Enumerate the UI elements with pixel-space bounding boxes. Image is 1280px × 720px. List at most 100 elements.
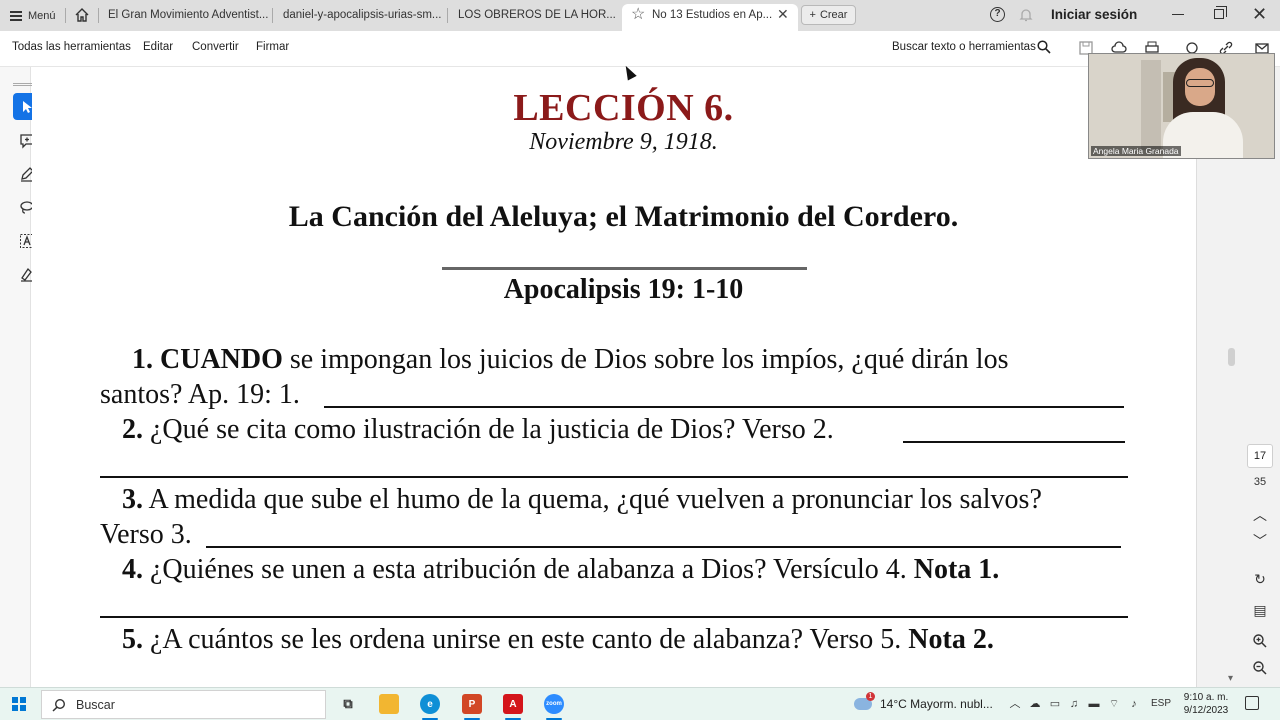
menu-button[interactable]: Menú bbox=[10, 8, 56, 24]
answer-blank[interactable] bbox=[324, 406, 1124, 408]
answer-blank[interactable] bbox=[903, 441, 1125, 443]
previous-page-icon[interactable]: ︿ bbox=[1252, 507, 1268, 523]
question-1-text: se impongan los juicios de Dios sobre lo… bbox=[289, 344, 1009, 375]
video-background bbox=[1141, 60, 1161, 150]
tab-separator bbox=[65, 8, 66, 23]
tab-los-obreros[interactable]: LOS OBREROS DE LA HOR... bbox=[448, 4, 618, 27]
search-tools-field[interactable]: Buscar texto o herramientas bbox=[892, 41, 1036, 53]
lesson-date: Noviembre 9, 1918. bbox=[529, 129, 718, 155]
question-4: 4. ¿Quiénes se unen a esta atribución de… bbox=[122, 554, 999, 586]
microphone-icon[interactable]: ♫ bbox=[1067, 697, 1081, 711]
note-reference: Nota 2. bbox=[908, 624, 994, 655]
windows-taskbar: Buscar ⧉ e P A zoom 1 14°C Mayorm. nubl.… bbox=[0, 687, 1280, 720]
tab-active-estudios[interactable]: No 13 Estudios en Ap... bbox=[622, 4, 798, 31]
taskbar-search-box[interactable]: Buscar bbox=[41, 690, 326, 719]
plus-icon: + bbox=[809, 9, 816, 21]
clock-date: 9/12/2023 bbox=[1183, 705, 1229, 716]
scroll-down-arrow-icon[interactable]: ▾ bbox=[1228, 673, 1233, 684]
home-icon[interactable] bbox=[74, 7, 90, 23]
system-clock[interactable]: 9:10 a. m. 9/12/2023 bbox=[1180, 691, 1232, 717]
question-1-line-2: santos? Ap. 19: 1. bbox=[100, 379, 300, 410]
title-rule bbox=[442, 267, 807, 270]
scripture-reference: Apocalipsis 19: 1-10 bbox=[503, 274, 744, 305]
question-2-text: ¿Qué se cita como ilustración de la just… bbox=[150, 414, 834, 445]
question-2: 2. ¿Qué se cita como ilustración de la j… bbox=[122, 414, 834, 446]
edge-browser-icon[interactable]: e bbox=[420, 694, 440, 714]
note-reference: Nota 1. bbox=[913, 554, 1000, 585]
notifications-icon[interactable] bbox=[1245, 696, 1259, 710]
all-tools-menu[interactable]: Todas las herramientas bbox=[12, 41, 131, 53]
browser-tab-bar: Menú El Gran Movimiento Adventist... dan… bbox=[0, 0, 1280, 31]
answer-blank[interactable] bbox=[100, 616, 1128, 618]
total-pages: 35 bbox=[1253, 476, 1267, 488]
zoom-app-icon[interactable]: zoom bbox=[544, 694, 564, 714]
chevron-up-icon[interactable]: ︿ bbox=[1008, 697, 1022, 711]
create-button[interactable]: + Crear bbox=[801, 5, 856, 25]
right-navigation-panel bbox=[1196, 67, 1280, 687]
hamburger-icon bbox=[10, 11, 22, 21]
sign-menu[interactable]: Firmar bbox=[256, 41, 289, 53]
question-number: 5. bbox=[122, 624, 143, 655]
participant-glasses bbox=[1186, 79, 1214, 87]
wifi-icon[interactable]: ⌔ bbox=[1107, 697, 1121, 711]
question-number: 4. bbox=[122, 554, 143, 585]
clock-time: 9:10 a. m. bbox=[1183, 692, 1229, 703]
meet-now-icon[interactable]: ▭ bbox=[1048, 697, 1062, 711]
question-3-text: A medida que sube el humo de la quema, ¿… bbox=[148, 484, 1042, 515]
question-1: 1. CUANDO se impongan los juicios de Dio… bbox=[132, 344, 1008, 376]
input-language[interactable]: ESP bbox=[1151, 698, 1171, 709]
volume-icon[interactable]: ♪ bbox=[1127, 697, 1141, 711]
tab-gran-movimiento[interactable]: El Gran Movimiento Adventist... bbox=[98, 4, 270, 27]
restore-icon[interactable] bbox=[1214, 6, 1227, 19]
create-label: Crear bbox=[819, 9, 848, 21]
weather-alert-badge: 1 bbox=[866, 692, 875, 701]
weather-text: 14°C Mayorm. nubl... bbox=[880, 697, 993, 711]
battery-icon[interactable]: ▬ bbox=[1087, 697, 1101, 711]
lesson-topic: La Canción del Aleluya; el Matrimonio de… bbox=[288, 200, 959, 233]
bell-icon[interactable] bbox=[1018, 6, 1034, 23]
file-explorer-icon[interactable] bbox=[379, 694, 399, 714]
windows-start-icon[interactable] bbox=[12, 697, 26, 711]
page-thumbnails-icon[interactable]: ▤ bbox=[1252, 602, 1268, 618]
onedrive-cloud-icon[interactable]: ☁ bbox=[1028, 697, 1042, 711]
acrobat-icon[interactable]: A bbox=[503, 694, 523, 714]
answer-blank[interactable] bbox=[206, 546, 1121, 548]
question-5-text: ¿A cuántos se les ordena unirse en este … bbox=[150, 624, 902, 655]
powerpoint-icon[interactable]: P bbox=[462, 694, 482, 714]
edit-menu[interactable]: Editar bbox=[143, 41, 173, 53]
search-icon[interactable] bbox=[1037, 40, 1051, 54]
signin-button[interactable]: Iniciar sesión bbox=[1051, 7, 1137, 22]
question-3-line-2: Verso 3. bbox=[100, 519, 192, 550]
pdf-page: LECCIÓN 6. Noviembre 9, 1918. La Canción… bbox=[32, 67, 1195, 687]
participant-face bbox=[1185, 68, 1215, 106]
weather-widget[interactable]: 1 14°C Mayorm. nubl... bbox=[854, 692, 993, 711]
question-1-lead: CUANDO bbox=[160, 344, 283, 375]
minimize-icon[interactable] bbox=[1172, 14, 1184, 15]
lesson-title: LECCIÓN 6. bbox=[513, 87, 734, 129]
video-call-thumbnail[interactable]: Angela Maria Granada bbox=[1088, 53, 1275, 159]
zoom-in-icon[interactable] bbox=[1252, 633, 1268, 649]
question-number: 3. bbox=[122, 484, 143, 515]
scrollbar-thumb[interactable] bbox=[1228, 348, 1235, 366]
zoom-out-icon[interactable] bbox=[1252, 660, 1268, 676]
current-page-input[interactable]: 17 bbox=[1247, 444, 1273, 468]
participant-name-label: Angela Maria Granada bbox=[1091, 146, 1181, 156]
refresh-icon[interactable]: ↻ bbox=[1252, 571, 1268, 587]
task-view-icon[interactable]: ⧉ bbox=[338, 694, 358, 714]
question-number: 1. bbox=[132, 344, 153, 375]
close-window-icon[interactable]: ✕ bbox=[1252, 4, 1267, 24]
active-tab-label: No 13 Estudios en Ap... bbox=[652, 9, 773, 21]
next-page-icon[interactable]: ﹀ bbox=[1252, 533, 1268, 549]
help-icon[interactable]: ? bbox=[990, 7, 1005, 22]
question-4-text: ¿Quiénes se unen a esta atribución de al… bbox=[150, 554, 907, 585]
tab-daniel-apocalipsis[interactable]: daniel-y-apocalipsis-urias-sm... bbox=[273, 4, 445, 27]
question-5: 5. ¿A cuántos se les ordena unirse en es… bbox=[122, 624, 994, 656]
close-tab-icon[interactable]: ✕ bbox=[777, 6, 789, 22]
cloud-icon: 1 bbox=[854, 692, 875, 710]
convert-menu[interactable]: Convertir bbox=[192, 41, 239, 53]
star-icon[interactable]: ☆ bbox=[631, 7, 645, 23]
taskbar-search-placeholder: Buscar bbox=[76, 697, 115, 712]
question-number: 2. bbox=[122, 414, 143, 445]
answer-blank[interactable] bbox=[100, 476, 1128, 478]
question-3: 3. A medida que sube el humo de la quema… bbox=[122, 484, 1042, 516]
